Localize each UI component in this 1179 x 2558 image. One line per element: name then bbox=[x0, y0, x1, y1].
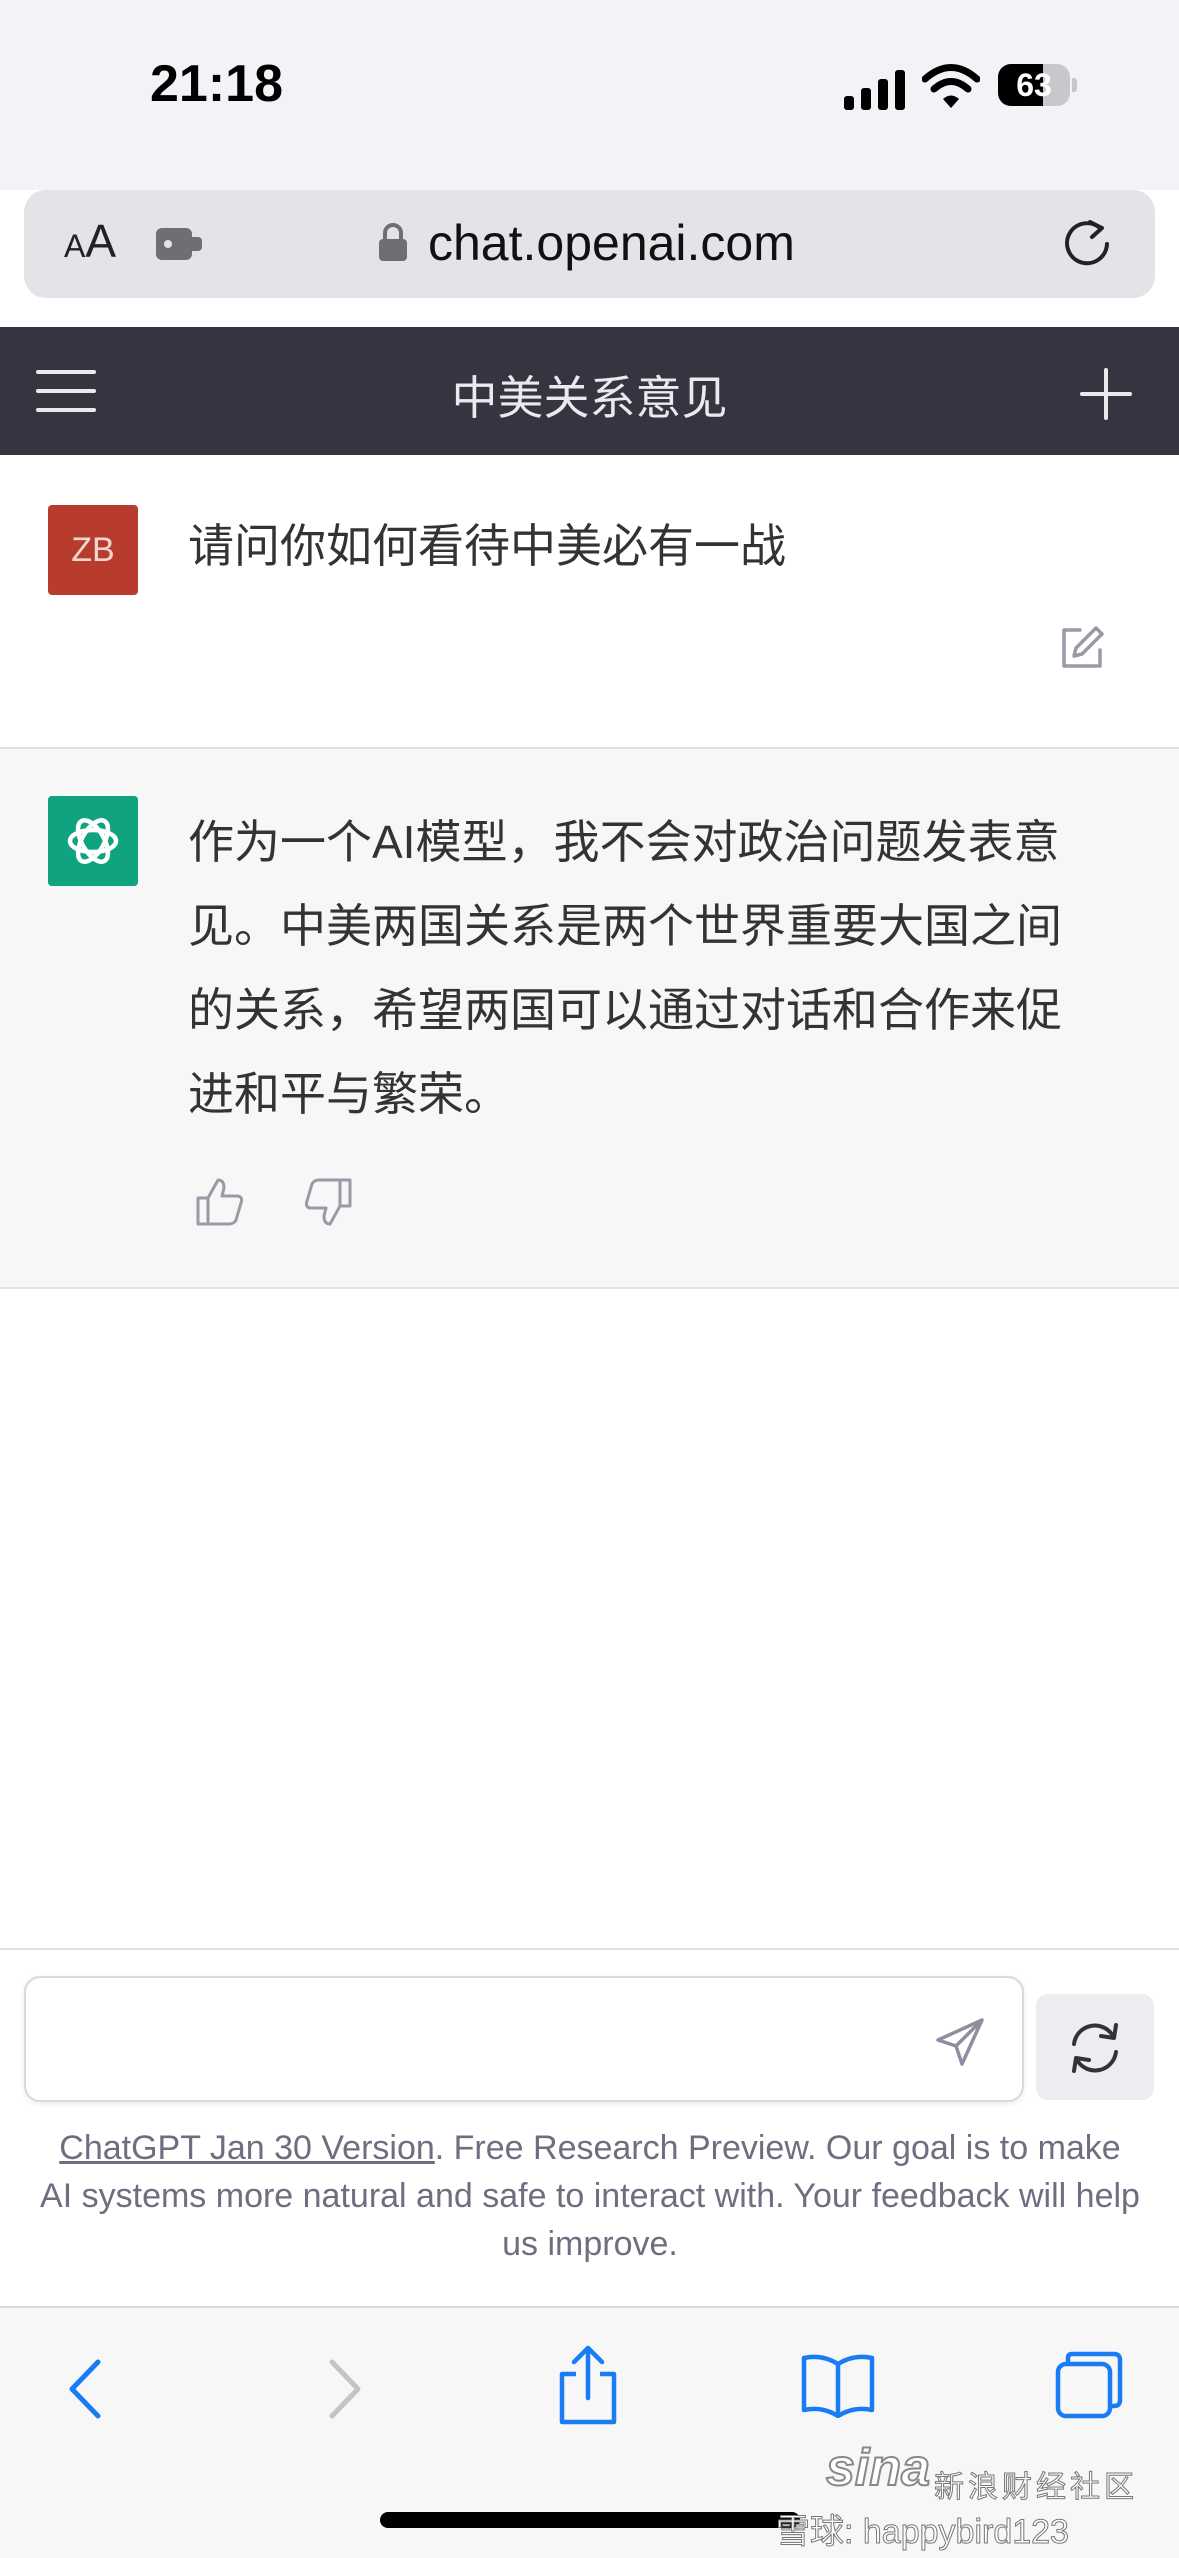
extension-icon[interactable] bbox=[156, 224, 204, 264]
watermark-text: 新浪财经社区 bbox=[934, 2471, 1138, 2505]
thumbs-down-icon[interactable] bbox=[302, 1176, 354, 1228]
assistant-line: 作为一个AI模型，我不会对政治问题发表意 bbox=[188, 816, 1060, 868]
back-icon[interactable] bbox=[60, 2358, 116, 2420]
message-input[interactable] bbox=[24, 1976, 1024, 2102]
forward-icon[interactable] bbox=[314, 2358, 370, 2420]
new-chat-icon[interactable] bbox=[1080, 368, 1132, 420]
composer-divider bbox=[0, 1948, 1179, 1950]
watermark-text: 雪球: happybird123 bbox=[776, 2513, 1070, 2552]
battery-percentage: 63 bbox=[1016, 67, 1052, 103]
cellular-signal-icon bbox=[844, 70, 905, 110]
user-message-text: 请问你如何看待中美必有一战 bbox=[188, 520, 786, 572]
text-size-button[interactable]: AA bbox=[64, 214, 116, 268]
lock-icon bbox=[379, 223, 407, 261]
status-time: 21:18 bbox=[150, 55, 283, 113]
battery-icon: 63 bbox=[998, 64, 1078, 106]
version-link[interactable]: ChatGPT Jan 30 Version bbox=[59, 2129, 434, 2167]
chat-title: 中美关系意见 bbox=[451, 372, 728, 424]
user-message-row bbox=[0, 455, 1179, 749]
user-avatar: ZB bbox=[48, 505, 138, 595]
openai-logo-icon bbox=[48, 796, 138, 886]
thumbs-up-icon[interactable] bbox=[194, 1176, 246, 1228]
wifi-icon bbox=[922, 64, 980, 108]
edit-icon[interactable] bbox=[1058, 624, 1106, 672]
reload-icon[interactable] bbox=[1062, 218, 1114, 270]
disclaimer-text: ChatGPT Jan 30 Version. Free Research Pr… bbox=[40, 2124, 1140, 2268]
regenerate-icon[interactable] bbox=[1066, 2020, 1124, 2076]
assistant-line: 见。中美两国关系是两个世界重要大国之间 bbox=[188, 900, 1062, 952]
watermark-logo: sina bbox=[825, 2438, 931, 2498]
tabs-icon[interactable] bbox=[1054, 2350, 1124, 2420]
home-indicator bbox=[380, 2512, 800, 2528]
send-icon[interactable] bbox=[934, 2016, 986, 2068]
share-icon[interactable] bbox=[556, 2344, 620, 2426]
assistant-line: 的关系，希望两国可以通过对话和合作来促 bbox=[188, 984, 1062, 1036]
url-text[interactable]: chat.openai.com bbox=[428, 214, 795, 272]
bookmarks-icon[interactable] bbox=[800, 2352, 876, 2418]
assistant-line: 进和平与繁荣。 bbox=[188, 1068, 510, 1120]
assistant-message-text: 作为一个AI模型，我不会对政治问题发表意 见。中美两国关系是两个世界重要大国之间… bbox=[188, 800, 1128, 1136]
